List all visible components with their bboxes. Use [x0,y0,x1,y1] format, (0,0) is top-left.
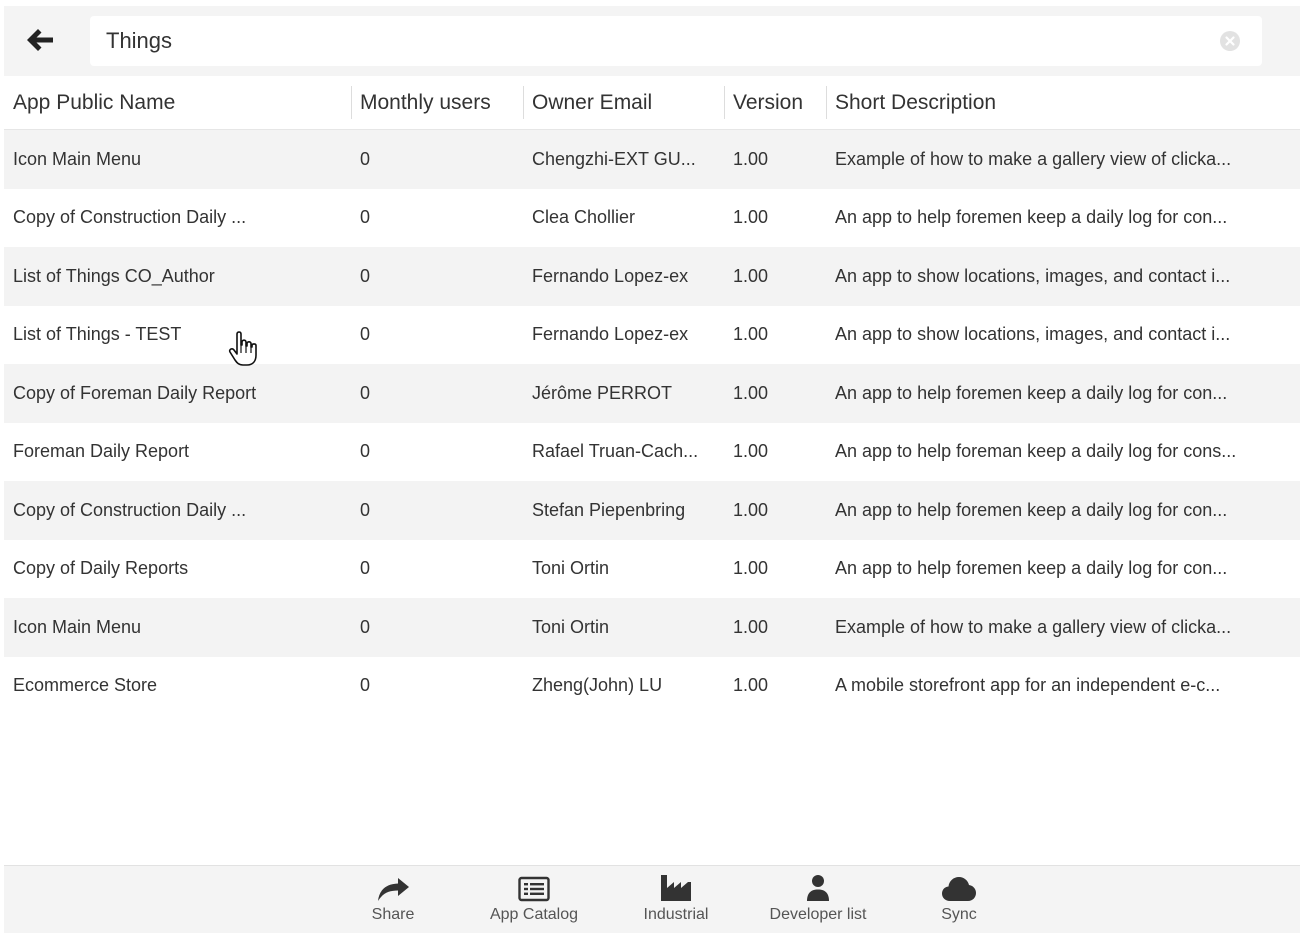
cell-version: 1.00 [733,148,769,169]
nav-developer-list-label: Developer list [769,906,867,923]
nav-app-catalog[interactable]: App Catalog [480,872,588,930]
column-header-short-description[interactable]: Short Description [826,76,1300,129]
cell-app-name: Ecommerce Store [13,675,158,696]
bottom-nav: Share App Catalog Industrial Developer l… [4,865,1300,933]
cell-short-description: An app to help foremen keep a daily log … [835,207,1228,228]
cell-short-description: An app to help foreman keep a daily log … [835,441,1237,462]
cell-version: 1.00 [733,499,769,520]
cell-version: 1.00 [733,558,769,579]
clear-search-button[interactable] [1220,31,1240,51]
search-field [90,16,1262,66]
table-row[interactable]: Icon Main Menu 0 Toni Ortin 1.00 Example… [4,598,1300,657]
cell-monthly-users: 0 [360,441,371,462]
nav-app-catalog-label: App Catalog [489,906,579,923]
cell-short-description: Example of how to make a gallery view of… [835,616,1232,637]
cell-version: 1.00 [733,207,769,228]
table-body: Icon Main Menu 0 Chengzhi-EXT GU... 1.00… [4,130,1300,715]
cell-monthly-users: 0 [360,675,371,696]
user-icon [807,875,829,901]
cell-version: 1.00 [733,441,769,462]
cell-monthly-users: 0 [360,382,371,403]
table-header: App Public Name Monthly users Owner Emai… [4,76,1300,130]
search-bar [4,6,1300,76]
cell-monthly-users: 0 [360,148,371,169]
nav-developer-list[interactable]: Developer list [756,872,880,930]
cell-monthly-users: 0 [360,265,371,286]
column-header-version[interactable]: Version [724,76,826,129]
table-row[interactable]: Copy of Daily Reports 0 Toni Ortin 1.00 … [4,539,1300,598]
back-button[interactable] [18,20,62,60]
cell-owner-email: Jérôme PERROT [532,382,673,403]
nav-industrial[interactable]: Industrial [634,872,718,930]
cell-monthly-users: 0 [360,207,371,228]
cell-app-name: Copy of Daily Reports [13,558,189,579]
factory-icon [661,875,691,901]
cell-app-name: List of Things CO_Author [13,265,215,286]
column-header-owner-email[interactable]: Owner Email [523,76,724,129]
cell-owner-email: Zheng(John) LU [532,675,663,696]
nav-share-label: Share [371,906,415,923]
cell-short-description: A mobile storefront app for an independe… [835,675,1221,696]
cell-version: 1.00 [733,324,769,345]
cell-monthly-users: 0 [360,324,371,345]
cell-monthly-users: 0 [360,558,371,579]
cell-short-description: An app to help foremen keep a daily log … [835,558,1228,579]
cell-owner-email: Toni Ortin [532,558,610,579]
search-input[interactable] [106,16,1206,66]
cell-app-name: Copy of Construction Daily ... [13,207,247,228]
cell-owner-email: Rafael Truan-Cach... [532,441,699,462]
table-row[interactable]: Copy of Construction Daily ... 0 Stefan … [4,481,1300,540]
cell-app-name: Icon Main Menu [13,148,142,169]
cell-short-description: An app to show locations, images, and co… [835,324,1231,345]
cell-short-description: An app to help foremen keep a daily log … [835,499,1228,520]
table-row[interactable]: Copy of Construction Daily ... 0 Clea Ch… [4,188,1300,247]
cell-short-description: Example of how to make a gallery view of… [835,148,1232,169]
catalog-icon [518,876,550,902]
results-table: App Public Name Monthly users Owner Emai… [4,76,1300,715]
clear-icon [1220,31,1240,51]
cell-short-description: An app to help foremen keep a daily log … [835,382,1228,403]
column-header-app-public-name[interactable]: App Public Name [4,76,351,129]
column-header-monthly-users[interactable]: Monthly users [351,76,523,129]
table-row[interactable]: Icon Main Menu 0 Chengzhi-EXT GU... 1.00… [4,130,1300,189]
cloud-icon [942,877,976,901]
table-row[interactable]: Ecommerce Store 0 Zheng(John) LU 1.00 A … [4,656,1300,715]
cell-short-description: An app to show locations, images, and co… [835,265,1231,286]
app-window: App Public Name Monthly users Owner Emai… [4,6,1300,933]
cell-app-name: List of Things - TEST [13,324,182,345]
cell-app-name: Icon Main Menu [13,616,142,637]
cell-owner-email: Fernando Lopez-ex [532,324,689,345]
table-row[interactable]: List of Things CO_Author 0 Fernando Lope… [4,247,1300,306]
cell-version: 1.00 [733,675,769,696]
cell-owner-email: Stefan Piepenbring [532,499,686,520]
cell-version: 1.00 [733,265,769,286]
table-row[interactable]: Copy of Foreman Daily Report 0 Jérôme PE… [4,364,1300,423]
cell-app-name: Copy of Foreman Daily Report [13,382,257,403]
arrow-left-icon [27,29,53,51]
cell-version: 1.00 [733,616,769,637]
cell-app-name: Foreman Daily Report [13,441,190,462]
cell-app-name: Copy of Construction Daily ... [13,499,247,520]
cell-version: 1.00 [733,382,769,403]
table-row[interactable]: Foreman Daily Report 0 Rafael Truan-Cach… [4,422,1300,481]
cell-owner-email: Fernando Lopez-ex [532,265,689,286]
cell-monthly-users: 0 [360,499,371,520]
nav-share[interactable]: Share [362,872,424,930]
nav-sync-label: Sync [941,906,977,923]
cell-owner-email: Chengzhi-EXT GU... [532,148,696,169]
nav-sync[interactable]: Sync [930,872,988,930]
cell-owner-email: Toni Ortin [532,616,610,637]
cell-monthly-users: 0 [360,616,371,637]
nav-industrial-label: Industrial [643,906,709,923]
cell-owner-email: Clea Chollier [532,207,636,228]
share-icon [378,878,409,901]
table-row[interactable]: List of Things - TEST 0 Fernando Lopez-e… [4,305,1300,364]
